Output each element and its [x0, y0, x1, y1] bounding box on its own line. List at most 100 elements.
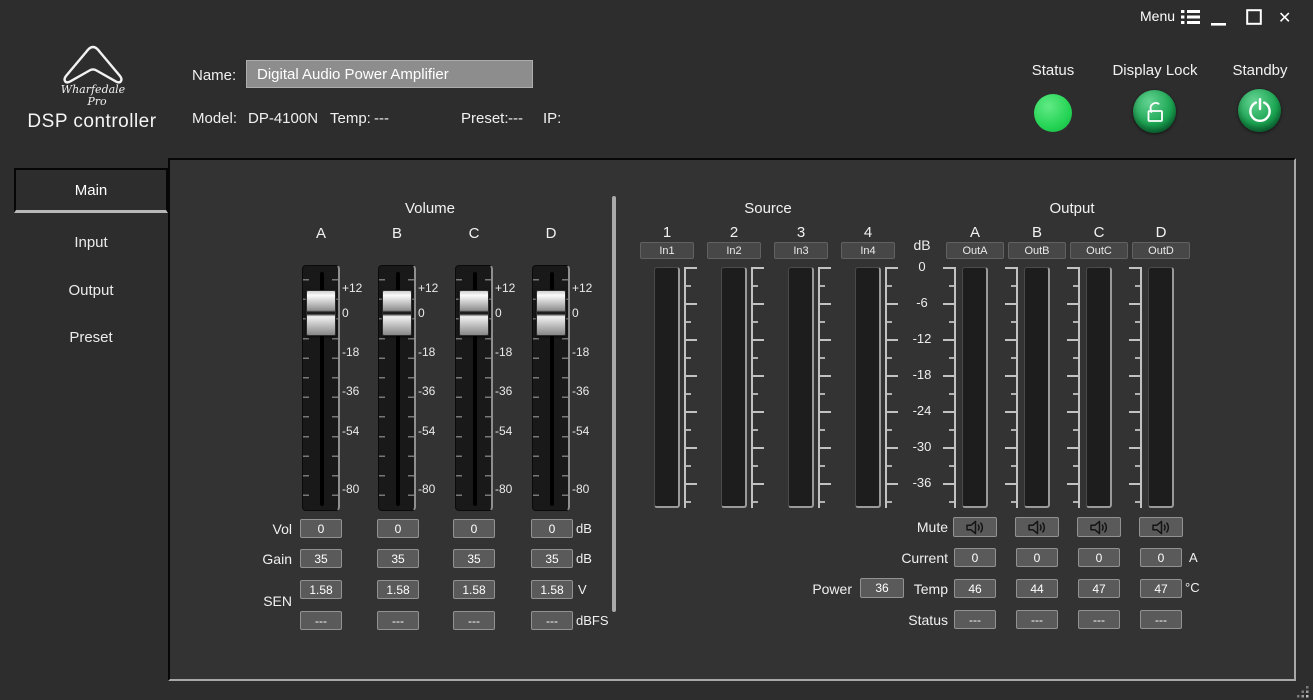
standby-button[interactable]: [1238, 89, 1281, 132]
source-channel-2: 2: [714, 224, 754, 241]
tab-preset[interactable]: Preset: [14, 329, 168, 347]
minimize-icon[interactable]: [1211, 15, 1227, 33]
gain-value-a[interactable]: 35: [300, 549, 342, 568]
input-2-button[interactable]: In2: [707, 242, 761, 259]
output-meter-c: [1065, 267, 1112, 508]
source-channel-4: 4: [848, 224, 888, 241]
mute-d-button[interactable]: [1139, 517, 1183, 537]
display-lock-button[interactable]: [1133, 90, 1176, 133]
close-icon[interactable]: ✕: [1278, 8, 1291, 28]
unlock-icon: [1142, 99, 1168, 125]
db-scale-m18: -18: [902, 367, 942, 382]
device-name-input[interactable]: [246, 60, 533, 88]
vol-value-d[interactable]: 0: [531, 519, 573, 538]
source-meter-3-bar: [788, 267, 814, 508]
source-channel-3: 3: [781, 224, 821, 241]
fader-c-scale-0: 0: [495, 306, 529, 320]
vol-value-c[interactable]: 0: [453, 519, 495, 538]
sen-v-value-d[interactable]: 1.58: [531, 580, 573, 599]
output-meter-b: [1003, 267, 1050, 508]
preset-label: Preset:: [461, 110, 509, 127]
gain-value-b[interactable]: 35: [377, 549, 419, 568]
output-d-button[interactable]: OutD: [1132, 242, 1190, 259]
gain-value-c[interactable]: 35: [453, 549, 495, 568]
fader-b-knob[interactable]: [382, 290, 412, 336]
output-channel-b: B: [1017, 224, 1057, 241]
source-channel-1: 1: [647, 224, 687, 241]
mute-a-button[interactable]: [953, 517, 997, 537]
ip-label: IP:: [543, 110, 561, 127]
status-lamp: [1034, 94, 1072, 132]
output-channel-a: A: [955, 224, 995, 241]
tab-output[interactable]: Output: [14, 282, 168, 300]
tab-main[interactable]: Main: [14, 168, 168, 213]
input-1-button[interactable]: In1: [640, 242, 694, 259]
sen-v-value-b[interactable]: 1.58: [377, 580, 419, 599]
fader-a-scale-m80: -80: [342, 482, 376, 496]
fader-b-scale-m54: -54: [418, 424, 452, 438]
fader-c-knob[interactable]: [459, 290, 489, 336]
db-scale-header: dB: [902, 237, 942, 253]
sen-v-value-a[interactable]: 1.58: [300, 580, 342, 599]
model-value: DP-4100N: [248, 110, 318, 127]
fader-a-scale-p12: +12: [342, 281, 376, 295]
fader-d-scale-m36: -36: [572, 384, 606, 398]
output-section-title: Output: [1031, 200, 1113, 217]
power-label: Power: [780, 581, 852, 597]
temp-row-label: Temp: [868, 581, 948, 597]
db-scale-m6: -6: [902, 295, 942, 310]
source-meter-2-bar: [721, 267, 747, 508]
gain-value-d[interactable]: 35: [531, 549, 573, 568]
current-value-c: 0: [1078, 548, 1120, 567]
sen-v-value-c[interactable]: 1.58: [453, 580, 495, 599]
temp-value-a: 46: [954, 579, 996, 598]
db-scale-m30: -30: [902, 439, 942, 454]
tab-input[interactable]: Input: [14, 234, 168, 252]
fader-d-scale-m18: -18: [572, 345, 606, 359]
standby-label: Standby: [1219, 62, 1301, 79]
output-meter-c-bar: [1086, 267, 1112, 508]
output-c-button[interactable]: OutC: [1070, 242, 1128, 259]
current-value-a: 0: [954, 548, 996, 567]
source-meter-1: [654, 267, 699, 508]
resize-grip-icon[interactable]: [1295, 684, 1310, 700]
status-row-label: Status: [868, 612, 948, 628]
status-label: Status: [1013, 62, 1093, 79]
output-a-button[interactable]: OutA: [946, 242, 1004, 259]
temp-value: ---: [374, 110, 389, 127]
fader-d-scale-m80: -80: [572, 482, 606, 496]
vol-value-a[interactable]: 0: [300, 519, 342, 538]
volume-channel-d: D: [531, 225, 571, 242]
app-title: DSP controller: [8, 111, 176, 133]
sen-v-unit: V: [578, 582, 587, 597]
volume-channel-b: B: [377, 225, 417, 242]
status-value-d: ---: [1140, 610, 1182, 629]
name-label: Name:: [192, 67, 236, 84]
maximize-icon[interactable]: [1246, 9, 1262, 30]
menu-button-label[interactable]: Menu: [1140, 8, 1175, 24]
fader-a: +12 0 -18 -36 -54 -80: [302, 265, 378, 511]
mute-c-button[interactable]: [1077, 517, 1121, 537]
mute-b-button[interactable]: [1015, 517, 1059, 537]
fader-d-knob[interactable]: [536, 290, 566, 336]
power-icon: [1245, 96, 1275, 126]
menu-list-icon[interactable]: [1181, 8, 1200, 26]
vol-value-b[interactable]: 0: [377, 519, 419, 538]
current-row-label: Current: [868, 550, 948, 566]
fader-b-scale-p12: +12: [418, 281, 452, 295]
preset-value: ---: [508, 110, 523, 127]
input-4-button[interactable]: In4: [841, 242, 895, 259]
wharfedale-arrow-logo: Wharfedale Pro: [50, 44, 136, 108]
output-meter-b-bar: [1024, 267, 1050, 508]
vol-unit: dB: [576, 521, 592, 536]
sen-dbfs-value-c: ---: [453, 611, 495, 630]
output-meter-d: [1127, 267, 1174, 508]
output-b-button[interactable]: OutB: [1008, 242, 1066, 259]
fader-c-scale-m18: -18: [495, 345, 529, 359]
source-section-title: Source: [727, 200, 809, 217]
fader-c: +12 0 -18 -36 -54 -80: [455, 265, 531, 511]
fader-a-scale-0: 0: [342, 306, 376, 320]
temp-value-b: 44: [1016, 579, 1058, 598]
fader-a-knob[interactable]: [306, 290, 336, 336]
input-3-button[interactable]: In3: [774, 242, 828, 259]
